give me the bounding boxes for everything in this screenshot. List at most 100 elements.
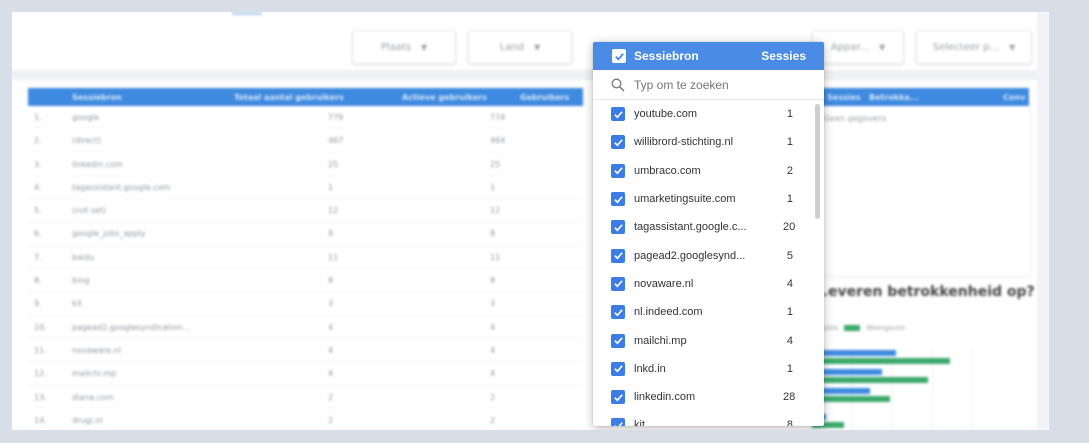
row-active-users: 464: [490, 136, 506, 146]
dropdown-option[interactable]: novaware.nl 4: [593, 270, 824, 298]
option-checkbox[interactable]: [611, 192, 625, 207]
dropdown-metric: Sessies: [761, 49, 806, 63]
dropdown-option[interactable]: willibrord-stichting.nl 1: [593, 128, 824, 156]
row-active-users: 4: [490, 322, 496, 332]
filter-apparaat[interactable]: Appar... ▼: [812, 30, 904, 64]
legend-swatch: [843, 325, 860, 331]
filter-plaats[interactable]: Plaats ▼: [352, 30, 456, 64]
row-source: mailchi.mp: [72, 369, 117, 379]
filter-label: Selecteer p...: [932, 41, 1000, 53]
row-total-users: 12: [328, 206, 339, 216]
row-source: linkedin.com: [72, 159, 123, 169]
search-placeholder: Typ om te zoeken: [634, 77, 729, 92]
chevron-down-icon: ▼: [534, 42, 541, 52]
dropdown-option[interactable]: pagead2.googlesynd... 5: [593, 241, 824, 269]
dropdown-search[interactable]: Typ om te zoeken: [593, 70, 824, 100]
table-row[interactable]: 5. (not set) 12 12: [28, 199, 583, 223]
page-scroll-strip: [1037, 12, 1049, 430]
option-checkbox[interactable]: [611, 361, 625, 376]
option-checkbox[interactable]: [611, 305, 625, 320]
filter-land[interactable]: Land ▼: [468, 30, 572, 64]
dropdown-option[interactable]: tagassistant.google.c... 20: [593, 213, 824, 241]
table-row[interactable]: 8. bing 8 8: [28, 269, 583, 293]
option-checkbox[interactable]: [611, 135, 625, 150]
option-checkbox[interactable]: [611, 220, 625, 235]
column-header-source[interactable]: Sessiebron: [72, 93, 122, 102]
option-label: novaware.nl: [634, 277, 694, 290]
dropdown-option[interactable]: umarketingsuite.com 1: [593, 185, 824, 213]
legend-views: Weergaven: [865, 324, 906, 332]
row-source: drugi.nl: [72, 415, 103, 425]
dropdown-option[interactable]: kit 8: [593, 411, 824, 426]
table-row[interactable]: 10. pagead2.googlesyndication... 4 4: [28, 316, 583, 339]
column-header-users[interactable]: Gebruikers: [520, 93, 569, 102]
table-row[interactable]: 1. google 779 774: [28, 106, 583, 130]
option-checkbox[interactable]: [611, 333, 625, 348]
row-source: bing: [72, 276, 90, 286]
dropdown-option[interactable]: nl.indeed.com 1: [593, 298, 824, 326]
row-number: 2.: [34, 136, 42, 146]
option-checkbox[interactable]: [611, 390, 625, 405]
checkmark-icon: [613, 167, 623, 175]
row-total-users: 467: [328, 136, 344, 146]
bar: [812, 358, 950, 364]
table-body: 1. google 779 774 2. (direct) 467 464 3. linkedin…: [28, 106, 583, 430]
table-row[interactable]: 11. novaware.nl 4 4: [28, 339, 583, 363]
table-row[interactable]: 7. baidu 11 11: [28, 246, 583, 270]
row-number: 9.: [34, 299, 42, 309]
filter-label: Appar...: [830, 41, 870, 53]
row-source: baidu: [72, 252, 95, 262]
select-all-checkbox[interactable]: [612, 49, 626, 63]
row-total-users: 2: [328, 392, 334, 402]
table-row[interactable]: 2. (direct) 467 464: [28, 129, 583, 153]
row-active-users: 2: [490, 392, 496, 402]
dropdown-scrollbar[interactable]: [815, 104, 820, 219]
dropdown-option[interactable]: mailchi.mp 4: [593, 326, 824, 354]
checkmark-icon: [613, 110, 623, 119]
table-row[interactable]: 4. tagassistant.google.com 1 1: [28, 176, 583, 200]
filter-bar: Plaats ▼ Land ▼ Appar... ▼ Selecteer p... ▼: [12, 30, 1049, 66]
row-active-users: 8: [490, 276, 496, 286]
row-total-users: 25: [328, 159, 339, 169]
dropdown-title: Sessiebron: [634, 49, 699, 63]
column-header-engagement[interactable]: Betrokka...: [869, 93, 919, 102]
option-checkbox[interactable]: [611, 248, 625, 263]
option-checkbox[interactable]: [611, 276, 625, 291]
row-active-users: 774: [490, 113, 506, 122]
row-total-users: 4: [328, 345, 334, 355]
table-row[interactable]: 6. google_jobs_apply 9 8: [28, 222, 583, 246]
option-checkbox[interactable]: [611, 418, 625, 426]
column-header-sessions[interactable]: Sessies: [827, 93, 861, 102]
table-row[interactable]: 13. diana.com 2 2: [28, 386, 583, 409]
dropdown-option[interactable]: umbraco.com 2: [593, 157, 824, 185]
option-label: willibrord-stichting.nl: [634, 136, 734, 149]
option-label: umarketingsuite.com: [634, 193, 736, 206]
row-active-users: 11: [490, 252, 501, 262]
column-header-conversions[interactable]: Conv: [1003, 93, 1025, 102]
table-row[interactable]: 9. kit 3 3: [28, 292, 583, 316]
column-header-total-users[interactable]: Totaal aantal gebruikers: [234, 93, 344, 102]
row-total-users: 779: [328, 113, 344, 122]
row-source: pagead2.googlesyndication...: [72, 322, 191, 332]
chevron-down-icon: ▼: [421, 42, 428, 52]
table-row[interactable]: 14. drugi.nl 2 2: [28, 409, 583, 430]
checkmark-icon: [614, 52, 624, 60]
filter-periode[interactable]: Selecteer p... ▼: [916, 30, 1032, 64]
chevron-down-icon: ▼: [1009, 42, 1016, 52]
row-active-users: 3: [490, 299, 496, 309]
option-count: 2: [786, 164, 793, 177]
option-count: 1: [786, 306, 793, 319]
row-source: novaware.nl: [72, 345, 121, 355]
dropdown-option[interactable]: linkedin.com 28: [593, 383, 824, 411]
dropdown-option[interactable]: lnkd.in 1: [593, 355, 824, 383]
option-count: 1: [786, 136, 793, 149]
option-checkbox[interactable]: [611, 163, 625, 178]
option-count: 4: [786, 334, 793, 347]
row-active-users: 4: [490, 345, 496, 355]
column-header-active-users[interactable]: Actieve gebruikers: [402, 93, 487, 102]
option-checkbox[interactable]: [611, 107, 625, 122]
table-row[interactable]: 3. linkedin.com 25 25: [28, 153, 583, 176]
table-row[interactable]: 12. mailchi.mp 4 4: [28, 362, 583, 386]
sessions-table: Sessiebron Totaal aantal gebruikers Acti…: [28, 88, 583, 430]
dropdown-option[interactable]: youtube.com 1: [593, 100, 824, 128]
